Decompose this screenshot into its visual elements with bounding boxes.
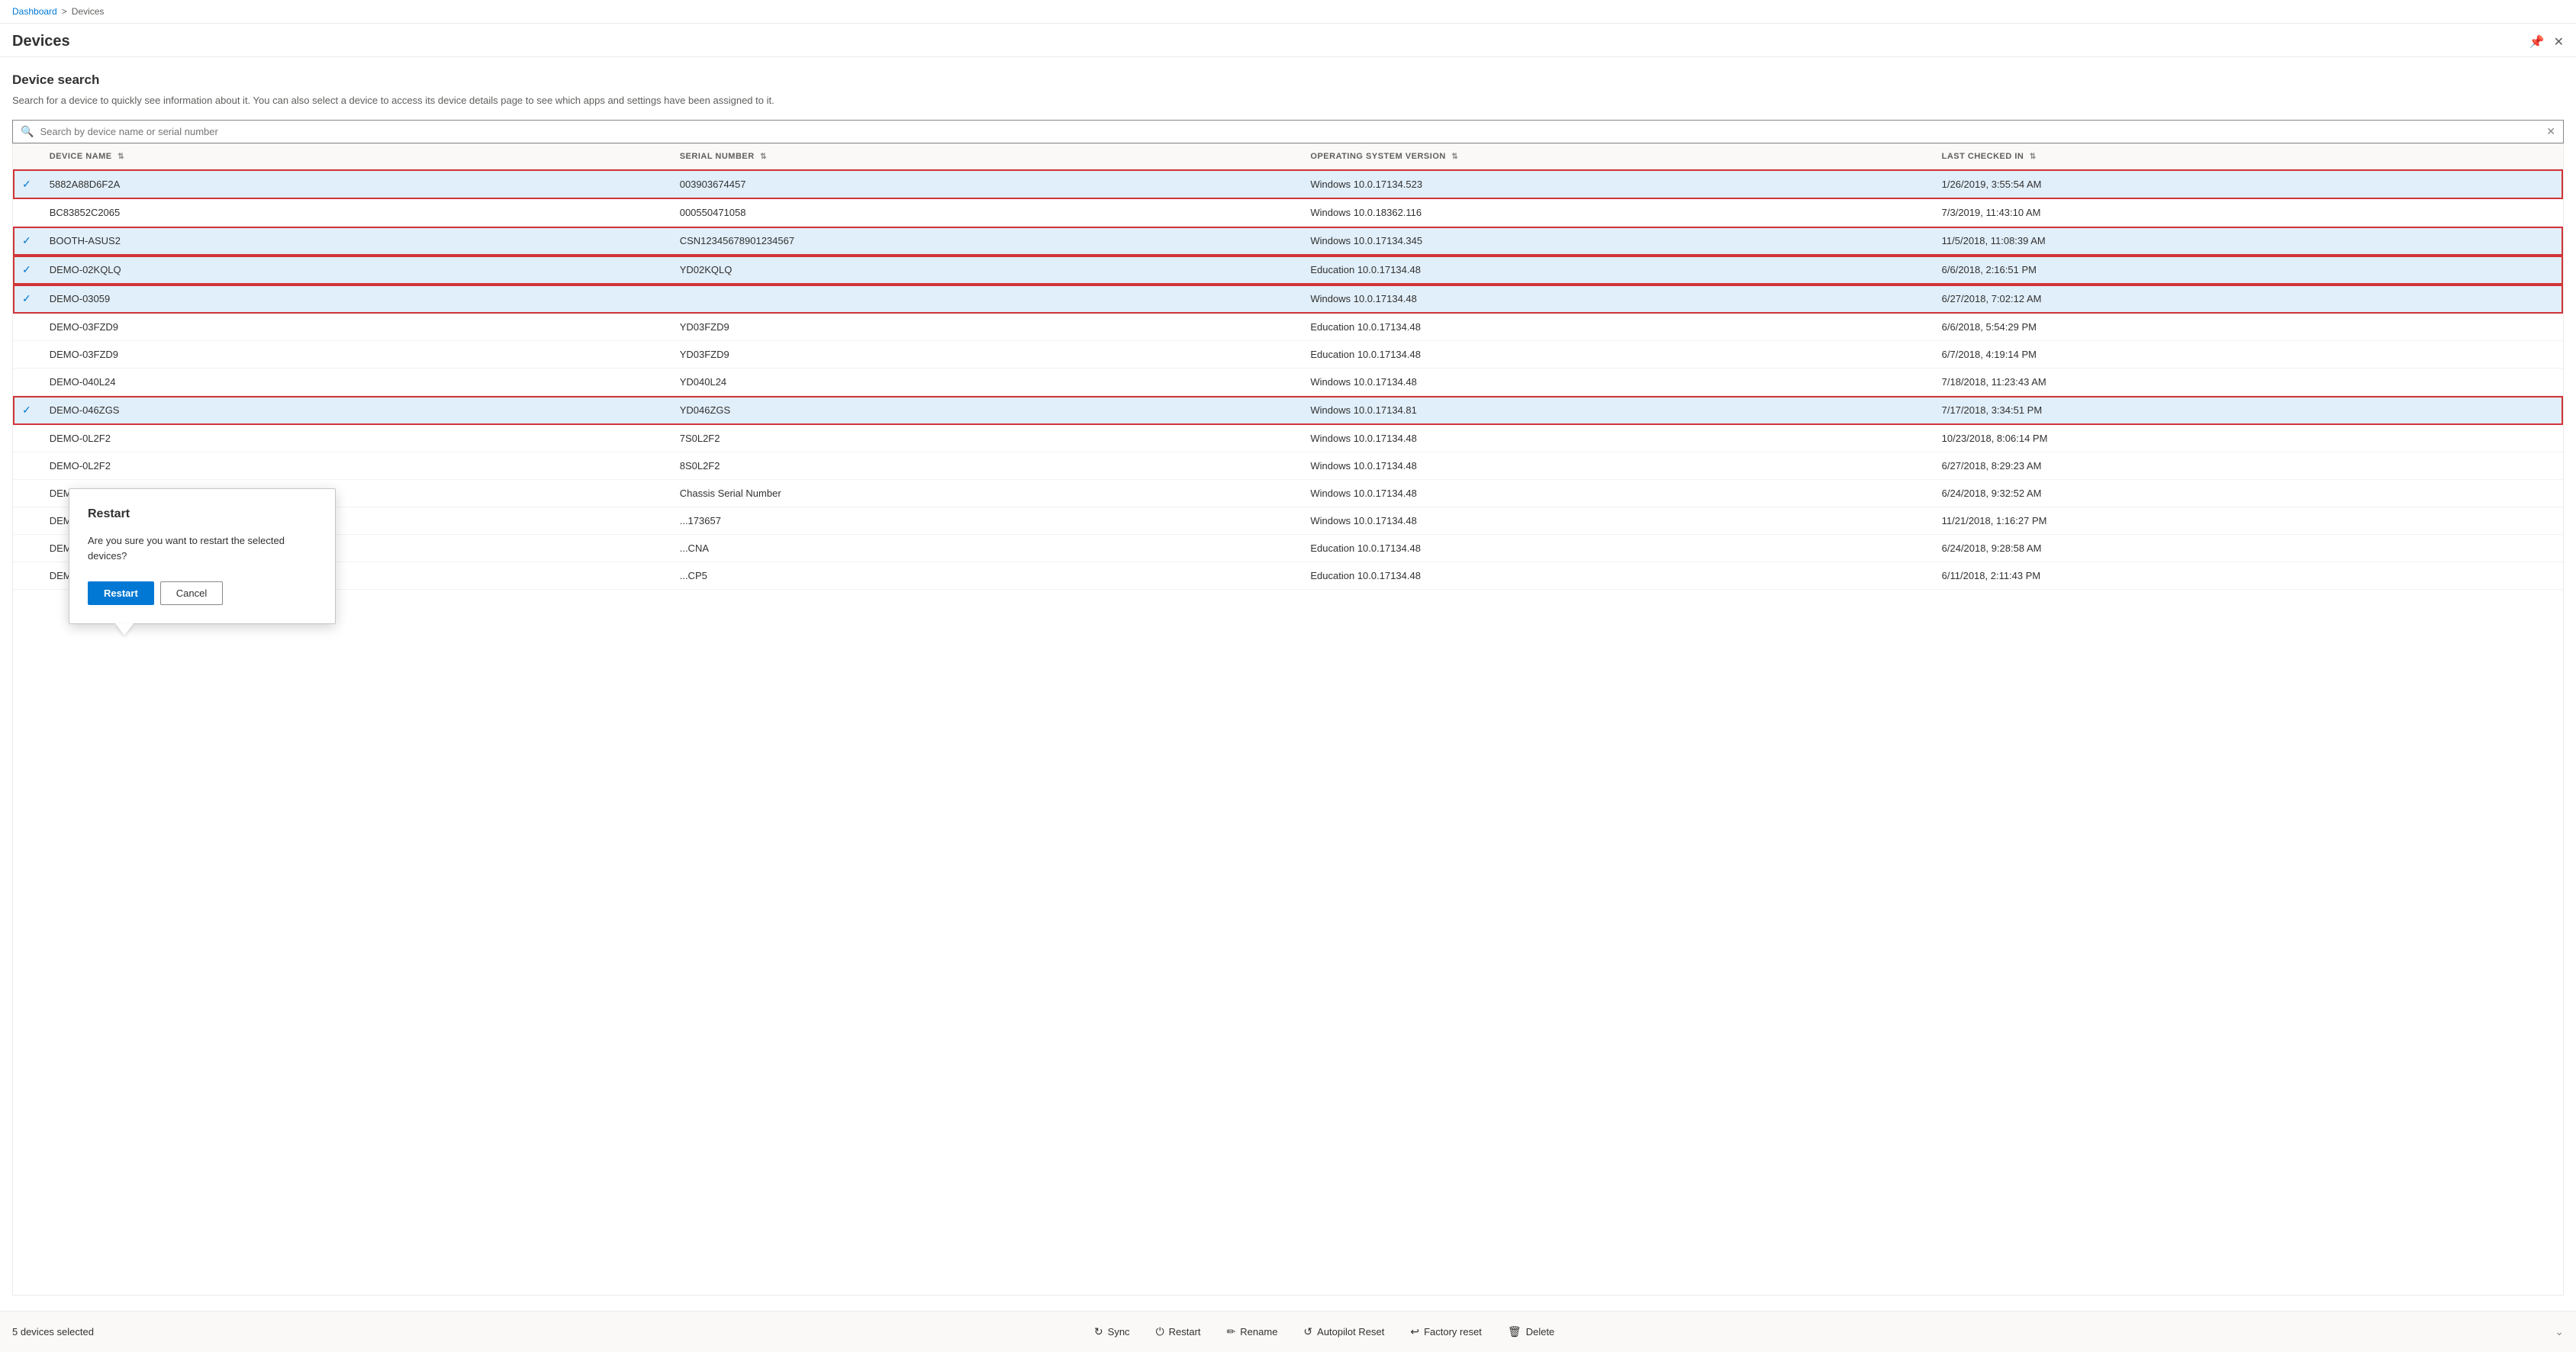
modal-overlay: Restart Are you sure you want to restart…: [0, 0, 2576, 1352]
modal-body: Are you sure you want to restart the sel…: [88, 533, 317, 563]
modal-confirm-button[interactable]: Restart: [88, 581, 154, 605]
restart-modal: Restart Are you sure you want to restart…: [69, 488, 336, 624]
modal-cancel-button[interactable]: Cancel: [160, 581, 223, 605]
modal-pointer: [115, 623, 134, 636]
modal-title: Restart: [88, 507, 317, 521]
modal-actions: Restart Cancel: [88, 581, 317, 605]
app-container: Dashboard > Devices Devices 📌 ✕ Device s…: [0, 0, 2576, 1352]
